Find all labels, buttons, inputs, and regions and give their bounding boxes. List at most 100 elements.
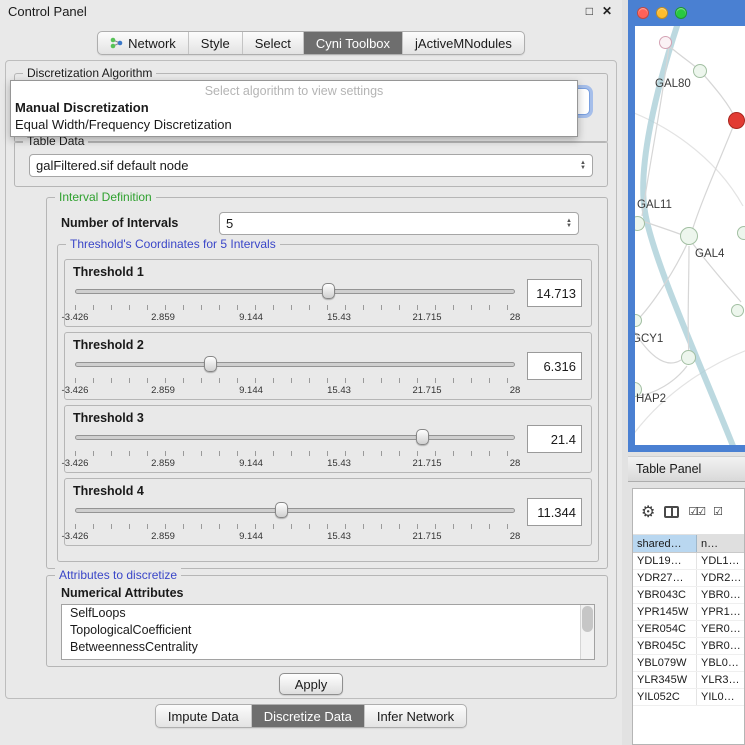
table-row[interactable]: YDL19…YDL1… — [633, 553, 744, 570]
table-row[interactable]: YBR045CYBR0… — [633, 638, 744, 655]
tick-labels: -3.4262.8599.14415.4321.71528 — [75, 531, 515, 543]
control-panel: Control Panel □ ✕ Network Style Select C… — [0, 0, 622, 745]
columns-icon[interactable] — [664, 506, 679, 518]
table-cell[interactable]: YER0… — [697, 623, 744, 635]
tab-infer-network[interactable]: Infer Network — [365, 705, 466, 727]
table-cell[interactable]: YLR3… — [697, 674, 744, 686]
table-cell[interactable]: YBR0… — [697, 640, 744, 652]
tab-jactivemnodules[interactable]: jActiveMNodules — [403, 32, 524, 54]
scrollbar-thumb[interactable] — [582, 606, 593, 632]
threshold-value-field[interactable]: 21.4 — [527, 425, 582, 453]
table-cell[interactable]: YBR0… — [697, 589, 744, 601]
threshold-slider[interactable]: -3.4262.8599.14415.4321.71528 — [75, 355, 515, 399]
close-panel-icon[interactable]: ✕ — [602, 4, 612, 18]
table-cell[interactable]: YIL052C — [633, 689, 697, 705]
attributes-scrollbar[interactable] — [580, 605, 594, 659]
number-of-intervals-value: 5 — [226, 216, 233, 231]
table-cell[interactable]: YPR1… — [697, 606, 744, 618]
table-cell[interactable]: YIL0… — [697, 691, 744, 703]
table-row[interactable]: YBR043CYBR0… — [633, 587, 744, 604]
network-node[interactable] — [681, 350, 696, 365]
tick-label: 2.859 — [151, 312, 175, 323]
table-cell[interactable]: YER054C — [633, 621, 697, 637]
dropdown-option-equal-width[interactable]: Equal Width/Frequency Discretization — [11, 116, 577, 133]
tab-impute-data[interactable]: Impute Data — [156, 705, 252, 727]
table-panel-card: ⚙ ☑☑ ☑ shared… n… YDL19…YDL1…YDR27…YDR2…… — [632, 488, 745, 745]
tab-cyni-toolbox[interactable]: Cyni Toolbox — [304, 32, 403, 54]
table-cell[interactable]: YBR045C — [633, 638, 697, 654]
slider-track[interactable] — [75, 435, 515, 440]
threshold-slider[interactable]: -3.4262.8599.14415.4321.71528 — [75, 428, 515, 472]
table-row[interactable]: YPR145WYPR1… — [633, 604, 744, 621]
minimize-window-icon[interactable] — [656, 7, 668, 19]
threshold-value-field[interactable]: 11.344 — [527, 498, 582, 526]
threshold-slider[interactable]: -3.4262.8599.14415.4321.71528 — [75, 282, 515, 326]
combo-stepper-icon[interactable]: ▲ ▼ — [560, 219, 572, 229]
tick-label: -3.426 — [62, 531, 89, 542]
float-window-icon[interactable]: □ — [586, 4, 593, 18]
table-cell[interactable]: YDR27… — [633, 570, 697, 586]
table-data-combobox[interactable]: galFiltered.sif default node ▲ ▼ — [29, 154, 593, 177]
table-row[interactable]: YER054CYER0… — [633, 621, 744, 638]
network-canvas[interactable]: GAL80 GAL11 GAL4 GCY1 HAP2 — [635, 26, 745, 445]
tick-labels: -3.4262.8599.14415.4321.71528 — [75, 385, 515, 397]
network-node[interactable] — [731, 304, 744, 317]
select-column-icon[interactable]: ☑ — [713, 505, 721, 518]
combo-stepper-icon[interactable]: ▲ ▼ — [574, 161, 586, 171]
slider-ticks — [75, 378, 515, 383]
network-node[interactable] — [680, 227, 698, 245]
table-row[interactable]: YBL079WYBL0… — [633, 655, 744, 672]
select-all-columns-icon[interactable]: ☑☑ — [688, 505, 704, 518]
tab-select[interactable]: Select — [243, 32, 304, 54]
slider-track[interactable] — [75, 289, 515, 294]
attributes-list[interactable]: SelfLoopsTopologicalCoefficientBetweenne… — [61, 604, 595, 660]
tick-label: 2.859 — [151, 531, 175, 542]
network-node-selected[interactable] — [728, 112, 745, 129]
column-header-shared[interactable]: shared… — [633, 535, 697, 552]
table-cell[interactable]: YPR145W — [633, 604, 697, 620]
table-cell[interactable]: YDR2… — [697, 572, 744, 584]
slider-thumb[interactable] — [204, 356, 217, 372]
table-cell[interactable]: YBL079W — [633, 655, 697, 671]
table-cell[interactable]: YDL19… — [633, 553, 697, 569]
network-node[interactable] — [737, 226, 745, 240]
network-node[interactable] — [659, 36, 672, 49]
table-row[interactable]: YDR27…YDR2… — [633, 570, 744, 587]
close-window-icon[interactable] — [637, 7, 649, 19]
tab-network[interactable]: Network — [98, 32, 189, 54]
attributes-group-title: Attributes to discretize — [55, 568, 181, 582]
tick-label: 21.715 — [412, 531, 441, 542]
tab-style[interactable]: Style — [189, 32, 243, 54]
dropdown-option-manual-discretization[interactable]: Manual Discretization — [11, 99, 577, 116]
tick-label: 9.144 — [239, 458, 263, 469]
apply-button[interactable]: Apply — [279, 673, 343, 695]
slider-thumb[interactable] — [322, 283, 335, 299]
tick-label: 15.43 — [327, 312, 351, 323]
tick-label: 21.715 — [412, 458, 441, 469]
list-item[interactable]: BetweennessCentrality — [62, 639, 594, 656]
slider-track[interactable] — [75, 362, 515, 367]
table-cell[interactable]: YBR043C — [633, 587, 697, 603]
network-node[interactable] — [693, 64, 707, 78]
table-row[interactable]: YIL052CYIL0… — [633, 689, 744, 706]
tab-discretize-data[interactable]: Discretize Data — [252, 705, 365, 727]
table-cell[interactable]: YBL0… — [697, 657, 744, 669]
list-item[interactable]: TopologicalCoefficient — [62, 622, 594, 639]
list-item[interactable]: SelfLoops — [62, 605, 594, 622]
number-of-intervals-combobox[interactable]: 5 ▲ ▼ — [219, 212, 579, 235]
slider-thumb[interactable] — [416, 429, 429, 445]
table-cell[interactable]: YDL1… — [697, 555, 744, 567]
column-header-name[interactable]: n… — [697, 535, 744, 552]
threshold-slider[interactable]: -3.4262.8599.14415.4321.71528 — [75, 501, 515, 545]
table-cell[interactable]: YLR345W — [633, 672, 697, 688]
zoom-window-icon[interactable] — [675, 7, 687, 19]
slider-track[interactable] — [75, 508, 515, 513]
slider-ticks — [75, 524, 515, 529]
table-row[interactable]: YLR345WYLR3… — [633, 672, 744, 689]
slider-thumb[interactable] — [275, 502, 288, 518]
threshold-value-field[interactable]: 14.713 — [527, 279, 582, 307]
threshold-label: Threshold 4 — [73, 484, 144, 498]
threshold-value-field[interactable]: 6.316 — [527, 352, 582, 380]
gear-icon[interactable]: ⚙ — [641, 502, 655, 522]
algorithm-group-title: Discretization Algorithm — [23, 66, 156, 80]
